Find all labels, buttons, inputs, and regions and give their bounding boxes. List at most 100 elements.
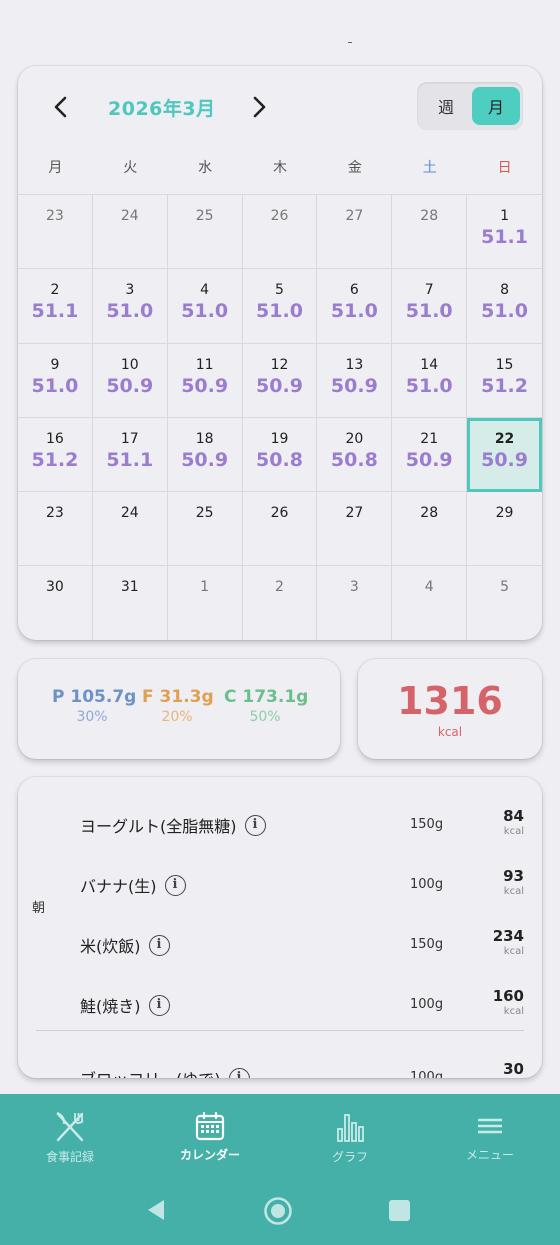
calendar-day-cell[interactable]: 28 (392, 195, 468, 270)
day-number: 24 (120, 505, 139, 522)
food-name: 米(炊飯) (80, 937, 141, 956)
meal-list-card[interactable]: 朝 ヨーグルト(全脂無糖) i 150g 84 kcal バナナ(生) i 100g … (18, 777, 542, 1078)
food-item[interactable]: ヨーグルト(全脂無糖) i 150g 84 kcal (18, 787, 542, 847)
nav-item-meal-log[interactable]: 食事記録 (0, 1094, 140, 1174)
food-amount: 100g (410, 1070, 444, 1078)
calendar-day-cell[interactable]: 30 (18, 566, 93, 640)
day-number: 18 (195, 430, 214, 447)
food-amount: 100g (410, 877, 444, 892)
nav-item-calendar[interactable]: カレンダー (140, 1094, 280, 1174)
calendar-day-cell[interactable]: 5 (467, 566, 542, 640)
month-title: 2026年3月 (108, 98, 216, 120)
day-number: 7 (424, 282, 434, 299)
calendar-day-cell[interactable]: 1 51.1 (467, 195, 542, 270)
day-number: 30 (46, 579, 64, 596)
month-view-button[interactable]: 月 (472, 87, 520, 125)
calendar-day-cell[interactable]: 25 (167, 492, 243, 567)
calendar-day-cell[interactable]: 24 (92, 195, 168, 270)
calendar-day-cell[interactable]: 9 51.0 (18, 343, 93, 418)
calendar-day-cell[interactable]: 28 (392, 492, 468, 567)
calendar-day-cell[interactable]: 6 51.0 (317, 269, 393, 344)
calendar-day-cell[interactable]: 13 50.9 (317, 343, 393, 418)
info-icon[interactable]: i (244, 814, 266, 836)
food-name: 鮭(焼き) (80, 997, 141, 1016)
calendar-day-cell[interactable]: 26 (242, 492, 318, 567)
day-weight: 50.9 (106, 374, 154, 397)
weekday-label-sunday: 日 (497, 160, 512, 176)
calendar-day-cell[interactable]: 23 (18, 195, 93, 270)
food-item[interactable]: ブロッコリー(ゆで)i 100g 30kcal (18, 1040, 542, 1078)
food-item[interactable]: 鮭(焼き) i 100g 160 kcal (18, 967, 542, 1027)
day-number: 28 (420, 208, 439, 224)
nav-item-menu[interactable]: メニュー (420, 1094, 560, 1174)
day-number: 2 (50, 282, 60, 299)
calendar-day-cell[interactable]: 3 51.0 (92, 269, 168, 344)
calendar-day-cell[interactable]: 24 (92, 492, 168, 567)
calendar-day-cell[interactable]: 2 (242, 566, 318, 640)
calendar-day-cell[interactable]: 27 (317, 492, 393, 567)
calendar-day-cell[interactable]: 3 (317, 566, 393, 640)
nav-item-graph[interactable]: グラフ (280, 1094, 420, 1174)
home-icon[interactable] (263, 1196, 293, 1226)
calendar-day-cell[interactable]: 10 50.9 (92, 343, 168, 418)
calendar-day-cell[interactable]: 11 50.9 (167, 343, 243, 418)
calendar-day-cell[interactable]: 23 (18, 492, 93, 567)
day-number: 3 (125, 282, 135, 299)
next-month-button[interactable] (244, 92, 274, 122)
calendar-day-cell[interactable]: 14 51.0 (392, 343, 468, 418)
calendar-day-cell[interactable]: 1 (167, 566, 243, 640)
calendar-day-cell[interactable]: 17 51.1 (92, 417, 168, 493)
day-number: 31 (120, 579, 139, 596)
food-name: バナナ(生) (80, 877, 157, 896)
day-weight: 51.0 (106, 300, 154, 323)
recent-apps-icon[interactable] (389, 1200, 410, 1221)
calendar-day-cell[interactable]: 27 (317, 195, 393, 270)
fat-percent: 20% (161, 709, 193, 725)
calendar-day-cell[interactable]: 22 50.9 (467, 417, 542, 493)
calendar-day-cell[interactable]: 29 (467, 492, 542, 567)
food-item[interactable]: バナナ(生) i 100g 93 kcal (18, 847, 542, 907)
info-icon[interactable]: i (164, 874, 186, 896)
calories-card[interactable]: 1316 kcal (358, 659, 542, 759)
weekday-label: 水 (198, 160, 213, 176)
calendar-day-cell[interactable]: 15 51.2 (467, 344, 542, 418)
day-number: 22 (494, 430, 515, 447)
calendar-day-cell[interactable]: 20 50.8 (317, 417, 393, 493)
food-kcal: 234 (492, 927, 524, 945)
day-number: 6 (349, 282, 359, 299)
calendar-day-cell[interactable]: 25 (167, 195, 243, 270)
calendar-day-cell[interactable]: 31 (92, 566, 168, 640)
day-number: 21 (420, 430, 439, 447)
day-number: 13 (345, 356, 364, 373)
week-view-button[interactable]: 週 (421, 86, 471, 126)
macros-card[interactable]: P 105.7g 30% F 31.3g 20% C 173.1g 50% (18, 659, 340, 759)
info-icon[interactable]: i (148, 994, 170, 1016)
info-icon[interactable]: i (148, 934, 170, 956)
calendar-day-cell[interactable]: 4 (392, 566, 468, 640)
calendar-day-cell[interactable]: 21 50.9 (392, 417, 468, 493)
day-number: 9 (50, 356, 60, 373)
food-item[interactable]: 米(炊飯) i 150g 234 kcal (18, 907, 542, 967)
calendar-day-cell[interactable]: 5 51.0 (242, 269, 318, 344)
calendar-day-cell[interactable]: 8 51.0 (467, 269, 542, 344)
calendar-day-cell[interactable]: 16 51.2 (18, 417, 93, 493)
day-number: 2 (275, 579, 284, 596)
calendar-day-cell[interactable]: 12 50.9 (242, 343, 318, 418)
day-number: 1 (500, 208, 510, 224)
day-weight: 50.9 (330, 374, 378, 397)
back-icon[interactable] (144, 1198, 168, 1222)
calendar-day-cell[interactable]: 2 51.1 (18, 269, 93, 344)
calendar-day-cell[interactable]: 26 (242, 195, 318, 270)
calendar-day-cell[interactable]: 19 50.8 (242, 417, 318, 493)
nav-label: グラフ (331, 1150, 368, 1164)
calendar-day-cell[interactable]: 18 50.9 (167, 417, 243, 493)
info-icon[interactable]: i (228, 1067, 250, 1078)
day-number: 23 (46, 208, 64, 224)
day-weight: 51.0 (330, 300, 378, 323)
calories-unit: kcal (437, 725, 463, 739)
calendar-day-cell[interactable]: 7 51.0 (392, 269, 468, 344)
prev-month-button[interactable] (46, 92, 76, 122)
day-number: 25 (195, 208, 214, 224)
day-number: 14 (420, 356, 439, 373)
calendar-day-cell[interactable]: 4 51.0 (167, 269, 243, 344)
